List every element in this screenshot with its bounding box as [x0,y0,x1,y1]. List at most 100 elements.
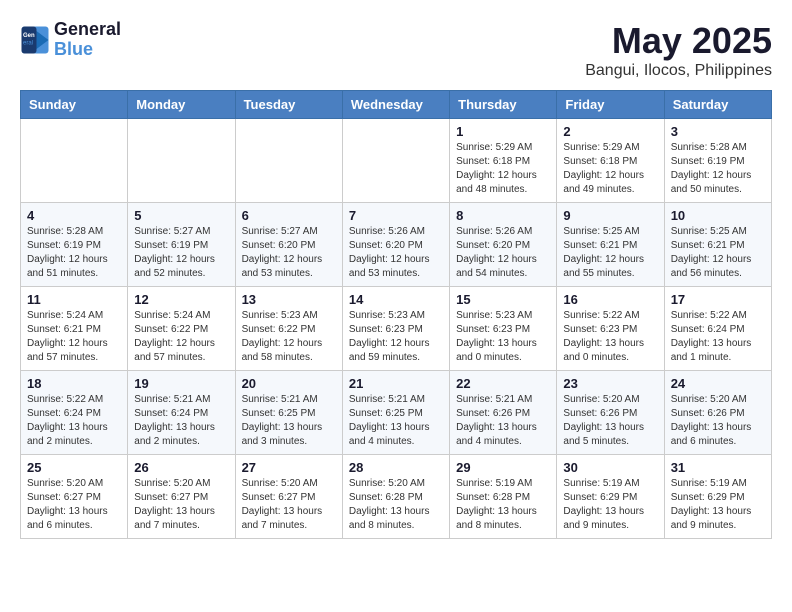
calendar-cell: 18 Sunrise: 5:22 AM Sunset: 6:24 PM Dayli… [21,371,128,455]
day-info: Sunrise: 5:26 AM Sunset: 6:20 PM Dayligh… [349,225,443,281]
day-info: Sunrise: 5:19 AM Sunset: 6:29 PM Dayligh… [671,477,765,533]
day-number: 20 [242,376,336,391]
weekday-header-thursday: Thursday [450,91,557,119]
page-header: Gen eral GeneralBlue May 2025 Bangui, Il… [20,20,772,80]
calendar-cell: 17 Sunrise: 5:22 AM Sunset: 6:24 PM Dayli… [664,287,771,371]
calendar-cell: 25 Sunrise: 5:20 AM Sunset: 6:27 PM Dayli… [21,455,128,539]
day-info: Sunrise: 5:22 AM Sunset: 6:23 PM Dayligh… [563,309,657,365]
day-number: 1 [456,124,550,139]
day-number: 7 [349,208,443,223]
day-info: Sunrise: 5:27 AM Sunset: 6:19 PM Dayligh… [134,225,228,281]
calendar-week-1: 1 Sunrise: 5:29 AM Sunset: 6:18 PM Daylig… [21,119,772,203]
day-info: Sunrise: 5:19 AM Sunset: 6:28 PM Dayligh… [456,477,550,533]
day-number: 8 [456,208,550,223]
day-info: Sunrise: 5:23 AM Sunset: 6:23 PM Dayligh… [456,309,550,365]
location-title: Bangui, Ilocos, Philippines [585,62,772,80]
calendar-cell [128,119,235,203]
day-number: 17 [671,292,765,307]
day-number: 4 [27,208,121,223]
day-number: 28 [349,460,443,475]
weekday-header-wednesday: Wednesday [342,91,449,119]
day-info: Sunrise: 5:28 AM Sunset: 6:19 PM Dayligh… [671,141,765,197]
weekday-header-tuesday: Tuesday [235,91,342,119]
day-info: Sunrise: 5:21 AM Sunset: 6:25 PM Dayligh… [242,393,336,449]
day-number: 16 [563,292,657,307]
day-number: 6 [242,208,336,223]
day-number: 21 [349,376,443,391]
day-info: Sunrise: 5:24 AM Sunset: 6:22 PM Dayligh… [134,309,228,365]
calendar-cell: 15 Sunrise: 5:23 AM Sunset: 6:23 PM Dayli… [450,287,557,371]
day-number: 25 [27,460,121,475]
day-info: Sunrise: 5:20 AM Sunset: 6:27 PM Dayligh… [27,477,121,533]
day-number: 30 [563,460,657,475]
day-info: Sunrise: 5:27 AM Sunset: 6:20 PM Dayligh… [242,225,336,281]
day-number: 15 [456,292,550,307]
day-info: Sunrise: 5:24 AM Sunset: 6:21 PM Dayligh… [27,309,121,365]
day-number: 5 [134,208,228,223]
calendar-cell: 12 Sunrise: 5:24 AM Sunset: 6:22 PM Dayli… [128,287,235,371]
calendar-cell: 10 Sunrise: 5:25 AM Sunset: 6:21 PM Dayli… [664,203,771,287]
day-number: 12 [134,292,228,307]
calendar-cell: 4 Sunrise: 5:28 AM Sunset: 6:19 PM Daylig… [21,203,128,287]
calendar-table: SundayMondayTuesdayWednesdayThursdayFrid… [20,90,772,539]
day-number: 3 [671,124,765,139]
weekday-header-monday: Monday [128,91,235,119]
day-info: Sunrise: 5:21 AM Sunset: 6:26 PM Dayligh… [456,393,550,449]
calendar-cell: 2 Sunrise: 5:29 AM Sunset: 6:18 PM Daylig… [557,119,664,203]
calendar-week-2: 4 Sunrise: 5:28 AM Sunset: 6:19 PM Daylig… [21,203,772,287]
calendar-cell: 14Sunrise: 5:23 AM Sunset: 6:23 PM Dayli… [342,287,449,371]
calendar-cell: 23Sunrise: 5:20 AM Sunset: 6:26 PM Dayli… [557,371,664,455]
day-number: 27 [242,460,336,475]
calendar-cell: 3 Sunrise: 5:28 AM Sunset: 6:19 PM Daylig… [664,119,771,203]
day-info: Sunrise: 5:23 AM Sunset: 6:22 PM Dayligh… [242,309,336,365]
day-info: Sunrise: 5:20 AM Sunset: 6:28 PM Dayligh… [349,477,443,533]
logo: Gen eral GeneralBlue [20,20,121,60]
calendar-cell: 6 Sunrise: 5:27 AM Sunset: 6:20 PM Daylig… [235,203,342,287]
day-number: 18 [27,376,121,391]
calendar-cell: 24 Sunrise: 5:20 AM Sunset: 6:26 PM Dayli… [664,371,771,455]
logo-text: GeneralBlue [54,20,121,60]
calendar-cell: 9Sunrise: 5:25 AM Sunset: 6:21 PM Daylig… [557,203,664,287]
calendar-cell [21,119,128,203]
day-info: Sunrise: 5:23 AM Sunset: 6:23 PM Dayligh… [349,309,443,365]
day-number: 10 [671,208,765,223]
calendar-cell: 21 Sunrise: 5:21 AM Sunset: 6:25 PM Dayli… [342,371,449,455]
day-info: Sunrise: 5:28 AM Sunset: 6:19 PM Dayligh… [27,225,121,281]
day-number: 24 [671,376,765,391]
weekday-header-sunday: Sunday [21,91,128,119]
calendar-week-4: 18 Sunrise: 5:22 AM Sunset: 6:24 PM Dayli… [21,371,772,455]
day-info: Sunrise: 5:26 AM Sunset: 6:20 PM Dayligh… [456,225,550,281]
day-number: 2 [563,124,657,139]
svg-text:Gen: Gen [23,33,35,39]
calendar-cell: 28 Sunrise: 5:20 AM Sunset: 6:28 PM Dayli… [342,455,449,539]
calendar-cell: 22 Sunrise: 5:21 AM Sunset: 6:26 PM Dayli… [450,371,557,455]
logo-icon: Gen eral [20,25,50,55]
title-area: May 2025 Bangui, Ilocos, Philippines [585,20,772,80]
calendar-cell: 30Sunrise: 5:19 AM Sunset: 6:29 PM Dayli… [557,455,664,539]
calendar-body: 1 Sunrise: 5:29 AM Sunset: 6:18 PM Daylig… [21,119,772,539]
day-number: 31 [671,460,765,475]
day-info: Sunrise: 5:22 AM Sunset: 6:24 PM Dayligh… [671,309,765,365]
calendar-cell: 27 Sunrise: 5:20 AM Sunset: 6:27 PM Dayli… [235,455,342,539]
calendar-cell: 31 Sunrise: 5:19 AM Sunset: 6:29 PM Dayli… [664,455,771,539]
calendar-week-5: 25 Sunrise: 5:20 AM Sunset: 6:27 PM Dayli… [21,455,772,539]
day-info: Sunrise: 5:20 AM Sunset: 6:26 PM Dayligh… [671,393,765,449]
day-number: 11 [27,292,121,307]
svg-text:eral: eral [23,40,33,46]
day-number: 19 [134,376,228,391]
day-number: 13 [242,292,336,307]
day-info: Sunrise: 5:29 AM Sunset: 6:18 PM Dayligh… [563,141,657,197]
month-title: May 2025 [585,20,772,62]
day-info: Sunrise: 5:21 AM Sunset: 6:25 PM Dayligh… [349,393,443,449]
day-number: 23 [563,376,657,391]
day-info: Sunrise: 5:22 AM Sunset: 6:24 PM Dayligh… [27,393,121,449]
calendar-cell: 26Sunrise: 5:20 AM Sunset: 6:27 PM Dayli… [128,455,235,539]
day-info: Sunrise: 5:20 AM Sunset: 6:27 PM Dayligh… [242,477,336,533]
day-number: 22 [456,376,550,391]
day-number: 9 [563,208,657,223]
day-info: Sunrise: 5:25 AM Sunset: 6:21 PM Dayligh… [671,225,765,281]
calendar-cell: 19Sunrise: 5:21 AM Sunset: 6:24 PM Dayli… [128,371,235,455]
day-number: 29 [456,460,550,475]
logo-name: GeneralBlue [54,20,121,60]
day-info: Sunrise: 5:20 AM Sunset: 6:27 PM Dayligh… [134,477,228,533]
